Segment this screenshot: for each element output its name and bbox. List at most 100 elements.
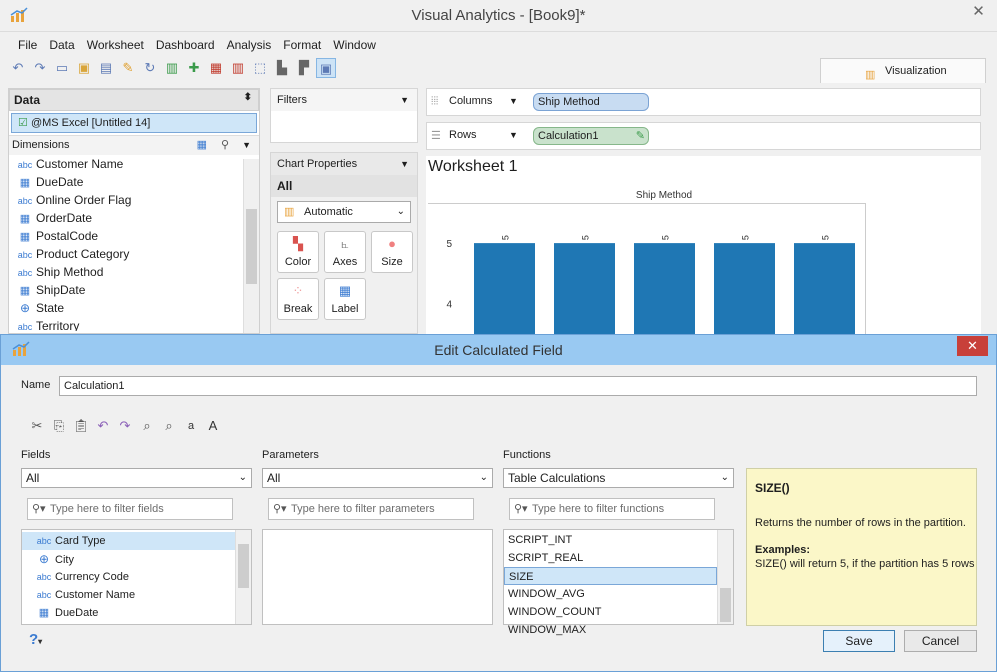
edit-calc-icon[interactable]: ✎ (636, 129, 645, 142)
break-button[interactable]: ⁘ Break (277, 278, 319, 320)
name-input[interactable]: Calculation1 (59, 376, 977, 396)
visualization-tab[interactable]: ▥ Visualization (820, 58, 986, 83)
dimensions-scrollbar[interactable] (243, 159, 259, 333)
search-icon[interactable]: ⚲ (221, 136, 229, 155)
functions-filter-input[interactable]: ⚲▾ Type here to filter functions (509, 498, 715, 520)
chevron-down-icon[interactable]: ▼ (242, 136, 251, 155)
mark-type-dropdown[interactable]: ▥ Automatic ⌄ (277, 201, 411, 223)
replace-icon[interactable]: ⌕ (159, 416, 179, 436)
chevron-down-icon[interactable]: ▼ (509, 130, 518, 140)
functions-dropdown[interactable]: Table Calculations ⌄ (503, 468, 734, 488)
worksheet-area: Worksheet 1 Ship Method 5 4 5 5 5 5 5 (426, 156, 981, 334)
sort-desc-icon[interactable]: ▛ (294, 58, 314, 78)
increase-font-icon[interactable]: A (203, 416, 223, 436)
functions-scrollbar[interactable] (717, 530, 733, 624)
dialog-close-button[interactable]: ✕ (957, 336, 988, 356)
menu-analysis[interactable]: Analysis (221, 35, 278, 55)
menu-window[interactable]: Window (327, 35, 382, 55)
dimension-item[interactable]: abc Territory (9, 317, 259, 331)
dimension-item[interactable]: ⊕ State (9, 299, 259, 317)
geo-field-icon: ⊕ (19, 301, 31, 315)
cancel-button[interactable]: Cancel (904, 630, 977, 652)
function-list-item[interactable]: SCRIPT_REAL (504, 549, 733, 567)
copy-icon[interactable]: ⎘ (49, 416, 69, 436)
menu-worksheet[interactable]: Worksheet (81, 35, 150, 55)
rows-shelf[interactable]: ☰ Rows ▼ Calculation1 ✎ (426, 122, 981, 150)
function-list-item[interactable]: WINDOW_MAX (504, 621, 733, 639)
open-icon[interactable]: ▣ (74, 58, 94, 78)
refresh-icon[interactable]: ↻ (140, 58, 160, 78)
marks-all-tab[interactable]: All (271, 175, 417, 197)
add-chart-icon[interactable]: ▥ (162, 58, 182, 78)
cut-icon[interactable]: ✂ (27, 416, 47, 436)
color-button[interactable]: ▚ Color (277, 231, 319, 273)
decrease-font-icon[interactable]: a (181, 416, 201, 436)
save-icon[interactable]: ▤ (96, 58, 116, 78)
label-button[interactable]: ▦ Label (324, 278, 366, 320)
help-icon[interactable]: ?▾ (29, 631, 42, 648)
bar-data-label: 5 (501, 235, 511, 240)
filters-shelf[interactable]: Filters ▼ (270, 88, 418, 143)
fit-icon[interactable]: ▣ (316, 58, 336, 78)
menu-format[interactable]: Format (277, 35, 327, 55)
redo-icon[interactable]: ↷ (115, 416, 135, 436)
paste-icon[interactable]: 📋︎ (71, 416, 91, 436)
axes-button[interactable]: ⦜ Axes (324, 231, 366, 273)
function-list-item[interactable]: SCRIPT_INT (504, 531, 733, 549)
fields-scrollbar[interactable] (235, 530, 251, 624)
remove-chart-icon[interactable]: ▥ (228, 58, 248, 78)
field-list-item[interactable]: abc Currency Code (22, 568, 251, 586)
dimension-item[interactable]: ▦ DueDate (9, 173, 259, 191)
dimension-item[interactable]: abc Product Category (9, 245, 259, 263)
field-list-item[interactable]: abc Customer Name (22, 586, 251, 604)
redo-icon[interactable]: ↷ (30, 58, 50, 78)
parameters-dropdown[interactable]: All ⌄ (262, 468, 493, 488)
menu-dashboard[interactable]: Dashboard (150, 35, 221, 55)
function-list-item[interactable]: WINDOW_COUNT (504, 603, 733, 621)
add-icon[interactable]: ✚ (184, 58, 204, 78)
field-list-item[interactable]: ▦ DueDate (22, 604, 251, 622)
sort-asc-icon[interactable]: ▙ (272, 58, 292, 78)
fields-filter-input[interactable]: ⚲▾ Type here to filter fields (27, 498, 233, 520)
save-button[interactable]: Save (823, 630, 895, 652)
function-list-item[interactable]: SIZE (504, 567, 717, 585)
panel-menu-icon[interactable]: ⬍ (244, 92, 252, 103)
size-button[interactable]: ● Size (371, 231, 413, 273)
dimension-item[interactable]: ▦ PostalCode (9, 227, 259, 245)
new-worksheet-icon[interactable]: ▭ (52, 58, 72, 78)
pen-icon[interactable]: ✎ (118, 58, 138, 78)
chevron-down-icon[interactable]: ▼ (509, 96, 518, 106)
parameters-filter-input[interactable]: ⚲▾ Type here to filter parameters (268, 498, 474, 520)
chart-bar (634, 243, 695, 334)
undo-icon[interactable]: ↶ (8, 58, 28, 78)
window-close-button[interactable]: ✕ (960, 0, 997, 24)
function-list-item[interactable]: WINDOW_AVG (504, 585, 733, 603)
columns-shelf[interactable]: ⦙⦙⦙ Columns ▼ Ship Method (426, 88, 981, 116)
dimension-item[interactable]: abc Online Order Flag (9, 191, 259, 209)
data-source-item[interactable]: ☑ @MS Excel [Untitled 14] (11, 113, 257, 133)
remove-icon[interactable]: ▦ (206, 58, 226, 78)
columns-pill-ship-method[interactable]: Ship Method (533, 93, 649, 111)
dimension-item[interactable]: ▦ ShipDate (9, 281, 259, 299)
field-list-item[interactable]: abc Card Type (22, 532, 251, 550)
table-view-icon[interactable]: ▦ (197, 136, 207, 155)
find-icon[interactable]: ⌕ (137, 416, 157, 436)
menu-data[interactable]: Data (43, 35, 80, 55)
dimensions-list: abc Customer Name ▦ DueDate abc Online Order … (9, 155, 259, 331)
rows-pill-calculation1[interactable]: Calculation1 ✎ (533, 127, 649, 145)
menu-file[interactable]: File (12, 35, 43, 55)
dimension-item[interactable]: abc Ship Method (9, 263, 259, 281)
dimension-item-label: State (36, 301, 65, 315)
worksheet-title: Worksheet 1 (428, 158, 518, 175)
field-list-item[interactable]: ⊕ City (22, 550, 251, 568)
fields-dropdown[interactable]: All ⌄ (21, 468, 252, 488)
dimension-item[interactable]: abc Customer Name (9, 155, 259, 173)
chevron-down-icon[interactable]: ▼ (400, 89, 409, 111)
text-field-icon: abc (17, 196, 33, 206)
select-icon[interactable]: ⬚ (250, 58, 270, 78)
undo-icon[interactable]: ↶ (93, 416, 113, 436)
chevron-down-icon[interactable]: ▼ (400, 153, 409, 175)
dimensions-header: Dimensions ▦ ⚲ ▼ (9, 135, 259, 155)
chart-bar (794, 243, 855, 334)
dimension-item[interactable]: ▦ OrderDate (9, 209, 259, 227)
